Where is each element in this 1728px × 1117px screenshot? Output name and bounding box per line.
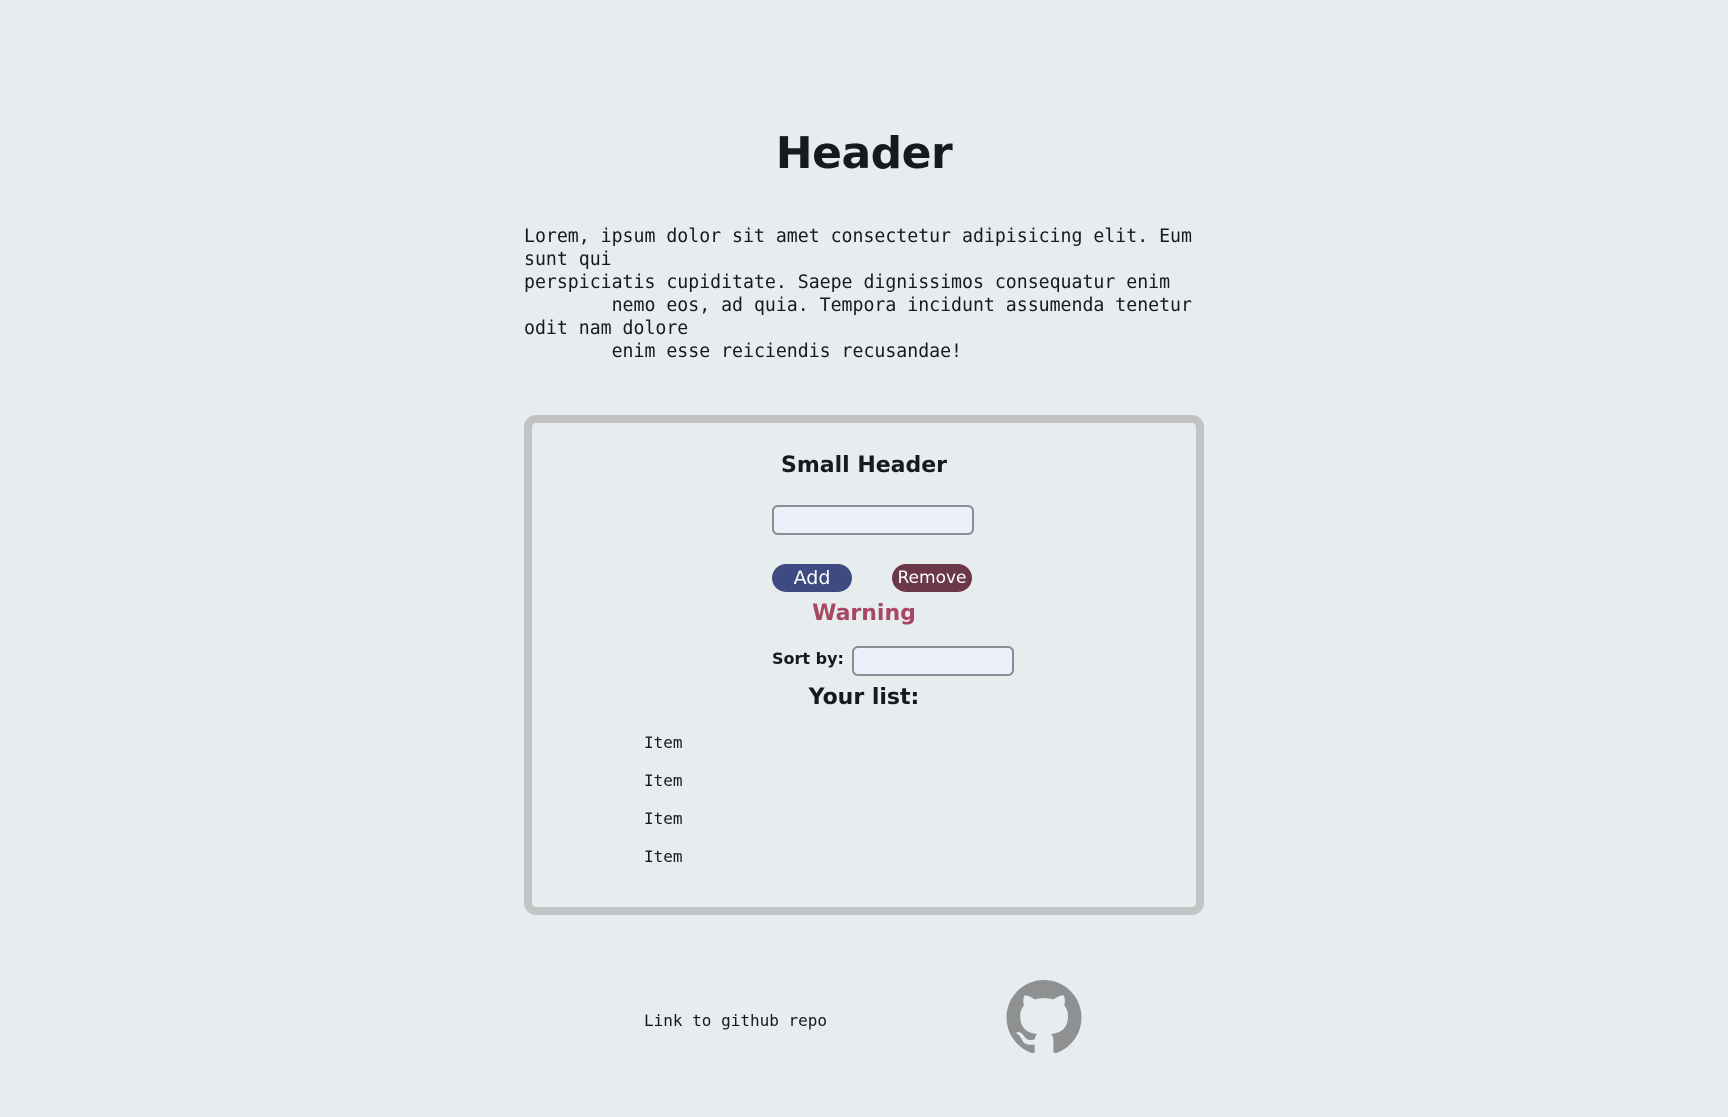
github-icon[interactable]	[1004, 980, 1084, 1055]
item-list: Item Item Item Item	[644, 733, 683, 885]
warning-message: Warning	[812, 601, 916, 626]
sort-label: Sort by:	[772, 649, 844, 668]
add-button[interactable]: Add	[772, 564, 852, 592]
list-item: Item	[644, 771, 683, 790]
list-item: Item	[644, 733, 683, 752]
list-item: Item	[644, 847, 683, 866]
card-title: Small Header	[780, 453, 948, 478]
intro-paragraph: Lorem, ipsum dolor sit amet consectetur …	[524, 226, 1192, 362]
list-card: Small Header Add Remove Warning Sort by:…	[524, 415, 1204, 915]
list-item: Item	[644, 809, 683, 828]
sort-select[interactable]	[852, 646, 1014, 676]
item-input[interactable]	[772, 505, 974, 535]
github-repo-link[interactable]: Link to github repo	[644, 1011, 827, 1030]
page-title: Header	[775, 128, 953, 179]
remove-button[interactable]: Remove	[892, 564, 972, 592]
list-title: Your list:	[808, 685, 920, 710]
